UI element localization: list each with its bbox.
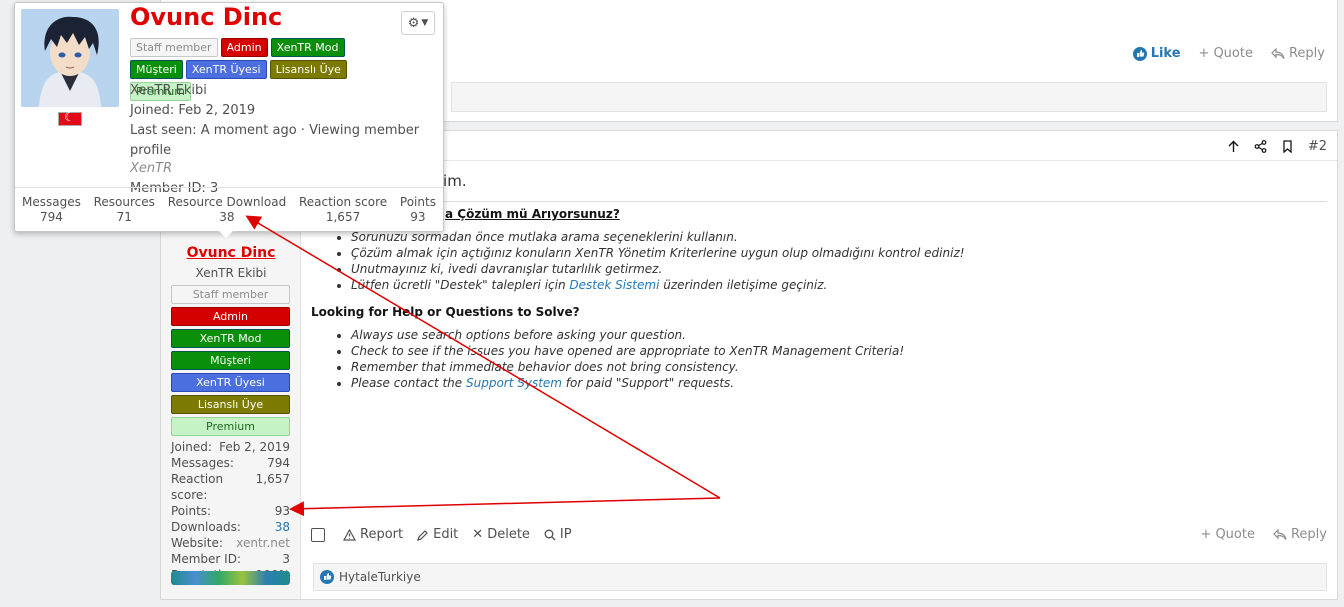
select-checkbox[interactable] <box>311 527 325 542</box>
banner-admin: Admin <box>171 307 290 326</box>
ip-button[interactable]: IP <box>544 527 572 542</box>
reply-button[interactable]: Reply <box>1271 46 1325 61</box>
tooltip-joined: Joined: Feb 2, 2019 <box>130 103 256 118</box>
tooltip-stat-points[interactable]: Points 93 <box>400 195 436 224</box>
like-icon <box>1132 46 1147 61</box>
downloads-link[interactable]: 38 <box>275 519 290 535</box>
signature: a Çözüm mü Arıyorsunuz? Sorunuzu sormada… <box>311 207 965 391</box>
tooltip-user-title: XenTR Ekibi <box>130 83 207 98</box>
banner-musteri: Müşteri <box>171 351 290 370</box>
post-1-actions: Like + Quote Reply <box>1132 46 1325 61</box>
plus-icon: + <box>1200 527 1212 542</box>
like-icon <box>320 570 334 584</box>
settings-dropdown[interactable]: ⚙ ▼ <box>401 11 435 35</box>
banner-xentr-mod: XenTR Mod <box>270 38 345 57</box>
tooltip-last-seen: Last seen: A moment ago · Viewing member… <box>130 123 420 158</box>
signature-en-list: Always use search options before asking … <box>351 327 965 391</box>
list-item: Check to see if the issues you have open… <box>351 343 965 359</box>
signature-en-heading: Looking for Help or Questions to Solve? <box>311 305 580 319</box>
post-bottom-actions: Report Edit ✕ Delete IP <box>311 527 572 542</box>
tooltip-arrow <box>218 230 234 238</box>
banner-lisansli-uye: Lisanslı Üye <box>269 60 347 79</box>
signature-tr-list: Sorunuzu sormadan önce mutlaka arama seç… <box>351 229 965 293</box>
tooltip-stats: Messages 794 Resources 71 Resource Downloa… <box>15 187 443 224</box>
edit-button[interactable]: Edit <box>417 527 458 542</box>
quote-button[interactable]: + Quote <box>1199 46 1253 61</box>
tooltip-last-seen-sub: XenTR <box>130 161 173 176</box>
list-item: Lütfen ücretli "Destek" talepleri için D… <box>351 277 965 293</box>
banner-staff-member: Staff member <box>171 285 290 304</box>
tooltip-stat-messages[interactable]: Messages 794 <box>22 195 81 224</box>
banner-staff-member: Staff member <box>130 38 218 57</box>
stat-member-id: Member ID: 3 <box>171 552 290 566</box>
banner-lisansli-uye: Lisanslı Üye <box>171 395 290 414</box>
quote-label: Quote <box>1213 46 1253 61</box>
reputation-bar <box>171 571 290 585</box>
stat-website: Website: xentr.net <box>171 535 290 551</box>
banner-musteri: Müşteri <box>130 60 183 79</box>
gear-icon: ⚙ <box>407 15 420 31</box>
reply-button[interactable]: Reply <box>1273 527 1327 542</box>
stat-points: Points: 93 <box>171 504 290 518</box>
avatar[interactable] <box>21 9 119 107</box>
post-1-reactions-bar <box>451 82 1327 112</box>
tooltip-username[interactable]: Ovunc Dinc <box>130 3 282 31</box>
list-item: Please contact the Support System for pa… <box>351 375 965 391</box>
warning-icon <box>343 528 356 541</box>
chevron-down-icon: ▼ <box>421 18 429 28</box>
stat-downloads: Downloads: 38 <box>171 519 290 535</box>
banner-xentr-uyesi: XenTR Üyesi <box>185 60 267 79</box>
tooltip-info: XenTR Ekibi Joined: Feb 2, 2019 Last see… <box>130 81 443 199</box>
like-button[interactable]: Like <box>1132 46 1181 61</box>
avatar-image <box>21 9 119 107</box>
support-system-link[interactable]: Support System <box>466 376 562 390</box>
banner-xentr-mod: XenTR Mod <box>171 329 290 348</box>
destek-sistemi-link[interactable]: Destek Sistemi <box>569 278 659 292</box>
arrow-up-icon[interactable] <box>1227 140 1240 153</box>
report-button[interactable]: Report <box>343 527 403 542</box>
post-header: #2 <box>302 131 1337 161</box>
reply-label: Reply <box>1288 46 1325 61</box>
post-username[interactable]: Ovunc Dinc <box>161 245 301 261</box>
stat-reaction-score: Reaction score: 1,657 <box>171 472 290 502</box>
reply-icon <box>1273 528 1287 540</box>
close-icon: ✕ <box>472 527 484 542</box>
signature-divider <box>311 201 1327 202</box>
tooltip-stat-resource-download[interactable]: Resource Download 38 <box>168 195 287 224</box>
turkey-flag-icon: ☾ <box>58 110 82 126</box>
banner-premium: Premium <box>171 417 290 436</box>
stat-joined: Joined: Feb 2, 2019 <box>171 440 290 454</box>
banner-xentr-uyesi: XenTR Üyesi <box>171 373 290 392</box>
signature-tr-heading: a Çözüm mü Arıyorsunuz? <box>445 207 620 221</box>
member-tooltip: ☾ Ovunc Dinc ⚙ ▼ Staff member Admin XenT… <box>14 2 444 232</box>
post-user-title: XenTR Ekibi <box>195 266 267 280</box>
like-label: Like <box>1150 46 1181 61</box>
list-item: Sorunuzu sormadan önce mutlaka arama seç… <box>351 229 965 245</box>
post-number[interactable]: #2 <box>1308 139 1327 154</box>
website-link[interactable]: xentr.net <box>236 535 290 551</box>
search-icon <box>544 529 556 540</box>
share-icon[interactable] <box>1254 140 1267 153</box>
list-item: Çözüm almak için açtığınız konuların Xen… <box>351 245 965 261</box>
reply-icon <box>1271 47 1285 59</box>
plus-icon: + <box>1198 46 1210 61</box>
list-item: Remember that immediate behavior does no… <box>351 359 965 375</box>
post-header-icons: #2 <box>1227 139 1327 154</box>
delete-button[interactable]: ✕ Delete <box>472 527 530 542</box>
tooltip-stat-reaction-score[interactable]: Reaction score 1,657 <box>299 195 387 224</box>
post-user-banners: Staff member Admin XenTR Mod Müşteri Xen… <box>171 285 290 436</box>
pencil-icon <box>417 529 428 541</box>
post-bottom-right-actions: + Quote Reply <box>1201 527 1327 542</box>
liked-by-link[interactable]: HytaleTurkiye <box>339 570 421 584</box>
likes-bar: HytaleTurkiye <box>313 563 1327 591</box>
bookmark-icon[interactable] <box>1281 140 1294 153</box>
banner-admin: Admin <box>220 38 268 57</box>
list-item: Always use search options before asking … <box>351 327 965 343</box>
post-user-stats: Joined: Feb 2, 2019 Messages: 794 Reaction… <box>171 439 290 583</box>
list-item: Unutmayınız ki, ivedi davranışlar tutarl… <box>351 261 965 277</box>
tooltip-stat-resources[interactable]: Resources 71 <box>94 195 155 224</box>
quote-button[interactable]: + Quote <box>1201 527 1255 542</box>
stat-messages: Messages: 794 <box>171 456 290 470</box>
